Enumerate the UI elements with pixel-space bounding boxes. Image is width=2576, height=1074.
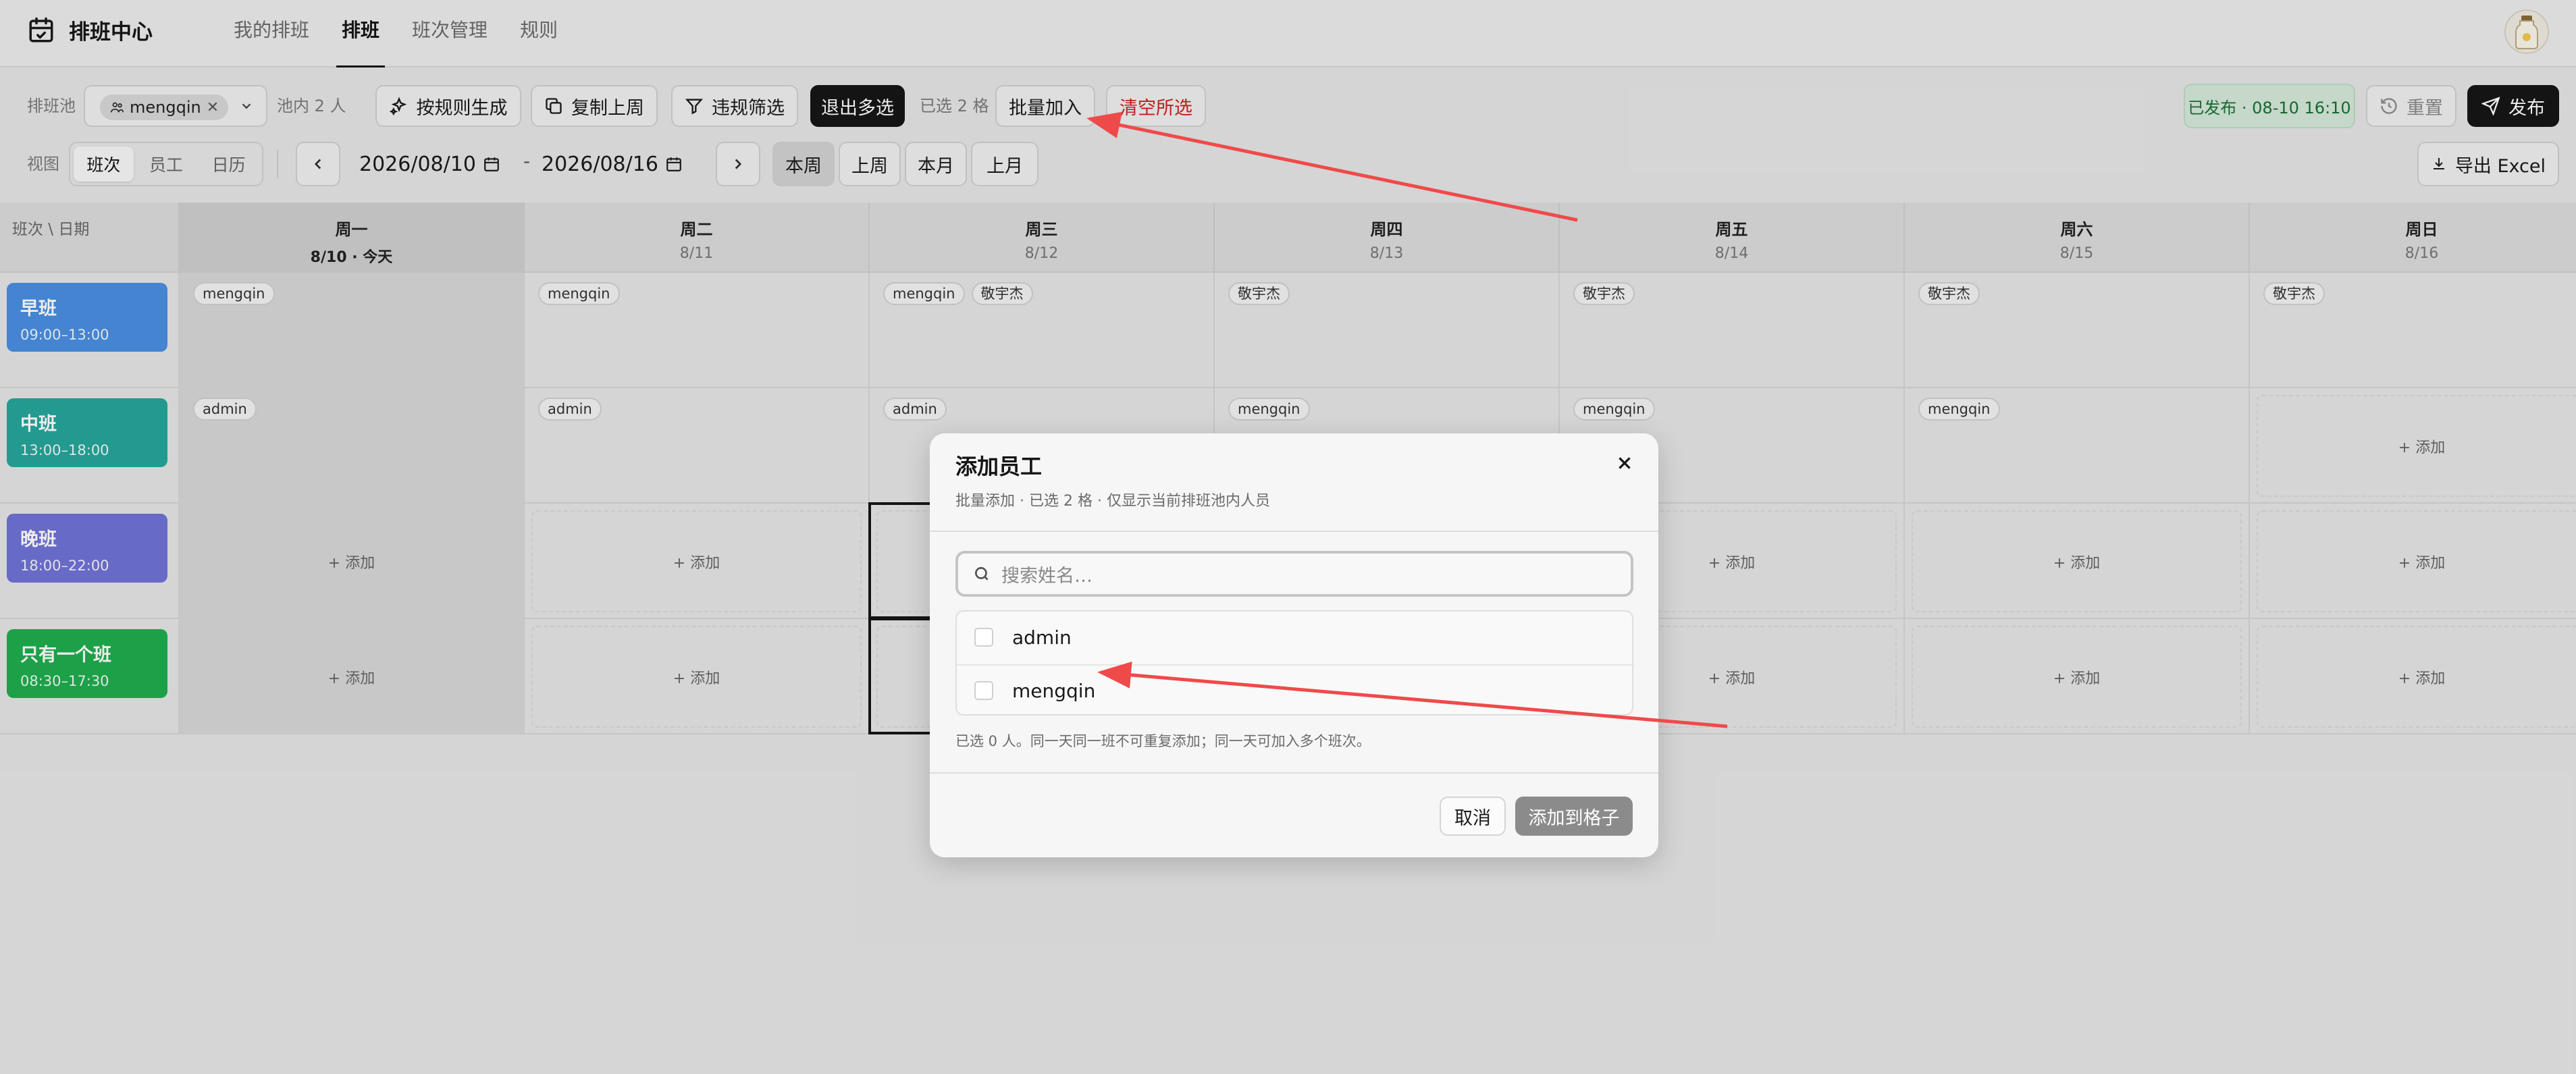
employee-option-admin[interactable]: admin xyxy=(957,612,1635,663)
dialog-footer: 取消 添加到格子 xyxy=(930,774,1658,857)
add-employee-dialog: 添加员工 批量添加 · 已选 2 格 · 仅显示当前排班池内人员 搜索姓名… a… xyxy=(930,433,1658,857)
employee-name: admin xyxy=(1012,626,1072,649)
employee-list: admin mengqin xyxy=(955,610,1635,716)
employee-option-mengqin[interactable]: mengqin xyxy=(957,664,1635,716)
employee-checkbox[interactable] xyxy=(974,628,993,647)
close-dialog-button[interactable] xyxy=(1611,450,1638,477)
dialog-subtitle: 批量添加 · 已选 2 格 · 仅显示当前排班池内人员 xyxy=(955,493,1270,510)
search-name-input[interactable]: 搜索姓名… xyxy=(955,551,1633,597)
search-icon xyxy=(974,566,989,581)
add-to-cells-button[interactable]: 添加到格子 xyxy=(1515,797,1633,836)
search-placeholder: 搜索姓名… xyxy=(1001,565,1093,587)
employee-checkbox[interactable] xyxy=(974,681,993,700)
close-icon xyxy=(1619,457,1631,469)
cancel-button[interactable]: 取消 xyxy=(1440,797,1506,836)
employee-name: mengqin xyxy=(1012,679,1096,702)
dialog-title: 添加员工 xyxy=(955,454,1043,479)
divider xyxy=(930,531,1658,532)
dialog-hint: 已选 0 人。同一天同一班不可重复添加；同一天可加入多个班次。 xyxy=(955,733,1371,749)
